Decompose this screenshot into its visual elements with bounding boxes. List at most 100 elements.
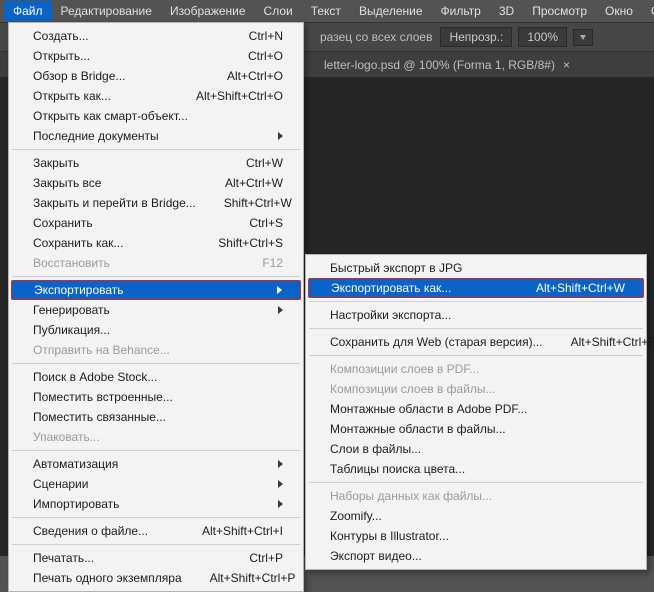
sample-mode-label: разец со всех слоев — [312, 30, 440, 44]
export-menu-item: Композиции слоев в файлы... — [308, 379, 644, 399]
menu-item-shortcut: F12 — [262, 256, 283, 270]
menu-item-shortcut: Alt+Ctrl+W — [225, 176, 283, 190]
menu-separator — [12, 276, 300, 277]
menu-item-label: Закрыть все — [33, 176, 101, 190]
menu-item-shortcut: Ctrl+O — [248, 49, 283, 63]
file-menu-item[interactable]: СохранитьCtrl+S — [11, 213, 301, 233]
menu-item-label: Отправить на Behance... — [33, 343, 170, 357]
file-menu-item[interactable]: Печать одного экземпляраAlt+Shift+Ctrl+P — [11, 568, 301, 588]
menu-item-label: Сохранить — [33, 216, 93, 230]
export-menu-item[interactable]: Экспортировать как... Alt+Shift+Ctrl+W — [308, 278, 644, 298]
menu-item-label: Сохранить для Web (старая версия)... — [330, 335, 543, 349]
menu-separator — [12, 363, 300, 364]
file-menu-item[interactable]: Последние документы — [11, 126, 301, 146]
menu-item-label: Открыть... — [33, 49, 90, 63]
zoom-value: 100% — [527, 30, 558, 44]
menu-item-label: Экспортировать — [34, 283, 124, 297]
opacity-button[interactable]: Непрозр.: — [440, 27, 512, 47]
close-icon[interactable]: × — [563, 58, 570, 72]
menubar-item-редактирование[interactable]: Редактирование — [52, 1, 161, 21]
file-menu-item: Отправить на Behance... — [11, 340, 301, 360]
menubar-item-справка[interactable]: Справка — [642, 1, 654, 21]
file-menu-item[interactable]: Печатать...Ctrl+P — [11, 548, 301, 568]
menu-item-label: Закрыть — [33, 156, 79, 170]
document-title: letter-logo.psd @ 100% (Forma 1, RGB/8#) — [324, 58, 555, 72]
export-menu-item[interactable]: Сохранить для Web (старая версия)...Alt+… — [308, 332, 644, 352]
file-menu-item[interactable]: Закрыть Ctrl+W — [11, 153, 301, 173]
file-menu-item[interactable]: Создать...Ctrl+N — [11, 26, 301, 46]
export-menu-item[interactable]: Настройки экспорта... — [308, 305, 644, 325]
file-menu-item[interactable]: Открыть как смарт-объект... — [11, 106, 301, 126]
menu-item-label: Сценарии — [33, 477, 88, 491]
file-menu-item[interactable]: Сведения о файле...Alt+Shift+Ctrl+I — [11, 521, 301, 541]
menu-item-label: Последние документы — [33, 129, 159, 143]
file-menu-item[interactable]: Открыть... Ctrl+O — [11, 46, 301, 66]
export-submenu: Быстрый экспорт в JPGЭкспортировать как.… — [305, 254, 647, 570]
menubar-item-выделение[interactable]: Выделение — [350, 1, 432, 21]
menu-item-label: Поиск в Adobe Stock... — [33, 370, 157, 384]
menu-separator — [12, 544, 300, 545]
menu-item-label: Генерировать — [33, 303, 110, 317]
menubar-item-слои[interactable]: Слои — [255, 1, 302, 21]
document-tab[interactable]: letter-logo.psd @ 100% (Forma 1, RGB/8#)… — [312, 54, 582, 76]
menu-item-shortcut: Ctrl+P — [249, 551, 283, 565]
file-menu-item[interactable]: Публикация... — [11, 320, 301, 340]
file-menu-item[interactable]: Обзор в Bridge...Alt+Ctrl+O — [11, 66, 301, 86]
file-menu-item[interactable]: Сценарии — [11, 474, 301, 494]
file-menu-item[interactable]: Автоматизация — [11, 454, 301, 474]
menu-item-label: Поместить связанные... — [33, 410, 166, 424]
menu-item-label: Монтажные области в Adobe PDF... — [330, 402, 527, 416]
export-menu-item[interactable]: Контуры в Illustrator... — [308, 526, 644, 546]
menubar-item-текст[interactable]: Текст — [302, 1, 350, 21]
menubar-item-изображение[interactable]: Изображение — [161, 1, 255, 21]
menu-item-shortcut: Alt+Shift+Ctrl+I — [202, 524, 283, 538]
file-menu-item[interactable]: Закрыть и перейти в Bridge...Shift+Ctrl+… — [11, 193, 301, 213]
export-menu-item[interactable]: Быстрый экспорт в JPG — [308, 258, 644, 278]
zoom-button[interactable]: 100% — [518, 27, 567, 47]
file-menu-item[interactable]: Экспортировать — [11, 280, 301, 300]
menu-item-label: Композиции слоев в файлы... — [330, 382, 496, 396]
file-menu-item[interactable]: Поместить связанные... — [11, 407, 301, 427]
menubar-item-фильтр[interactable]: Фильтр — [432, 1, 490, 21]
menu-item-shortcut: Alt+Shift+Ctrl+O — [196, 89, 283, 103]
menu-item-label: Закрыть и перейти в Bridge... — [33, 196, 196, 210]
menu-item-shortcut: Ctrl+W — [246, 156, 283, 170]
menu-item-label: Упаковать... — [33, 430, 100, 444]
export-menu-item[interactable]: Слои в файлы... — [308, 439, 644, 459]
file-menu-item[interactable]: Поместить встроенные... — [11, 387, 301, 407]
menu-item-shortcut: Alt+Ctrl+O — [227, 69, 283, 83]
menubar-item-файл[interactable]: Файл — [4, 1, 52, 21]
menu-item-label: Настройки экспорта... — [330, 308, 451, 322]
menu-item-label: Автоматизация — [33, 457, 118, 471]
export-menu-item: Композиции слоев в PDF... — [308, 359, 644, 379]
menubar-item-3d[interactable]: 3D — [490, 1, 523, 21]
menubar-item-просмотр[interactable]: Просмотр — [523, 1, 596, 21]
menu-item-label: Монтажные области в файлы... — [330, 422, 506, 436]
menu-item-label: Слои в файлы... — [330, 442, 421, 456]
file-menu-item[interactable]: Поиск в Adobe Stock... — [11, 367, 301, 387]
file-menu-item: Упаковать... — [11, 427, 301, 447]
file-menu-item[interactable]: Закрыть все Alt+Ctrl+W — [11, 173, 301, 193]
file-menu-item[interactable]: Сохранить как...Shift+Ctrl+S — [11, 233, 301, 253]
menu-separator — [309, 482, 643, 483]
export-menu-item[interactable]: Экспорт видео... — [308, 546, 644, 566]
menu-item-shortcut: Alt+Shift+Ctrl+W — [536, 281, 625, 295]
file-menu-item: Восстановить F12 — [11, 253, 301, 273]
export-menu-item[interactable]: Монтажные области в файлы... — [308, 419, 644, 439]
chevron-down-icon — [580, 35, 586, 40]
file-menu-item[interactable]: Генерировать — [11, 300, 301, 320]
menu-item-shortcut: Alt+Shift+Ctrl+P — [210, 571, 296, 585]
export-menu-item[interactable]: Zoomify... — [308, 506, 644, 526]
submenu-arrow-icon — [278, 500, 283, 508]
export-menu-item[interactable]: Таблицы поиска цвета... — [308, 459, 644, 479]
menu-item-label: Восстановить — [33, 256, 110, 270]
menu-separator — [12, 450, 300, 451]
zoom-dropdown-button[interactable] — [573, 29, 593, 46]
menu-item-label: Импортировать — [33, 497, 119, 511]
file-menu-item[interactable]: Открыть как...Alt+Shift+Ctrl+O — [11, 86, 301, 106]
menubar-item-окно[interactable]: Окно — [596, 1, 642, 21]
menu-item-label: Экспортировать как... — [331, 281, 451, 295]
file-menu-item[interactable]: Импортировать — [11, 494, 301, 514]
export-menu-item[interactable]: Монтажные области в Adobe PDF... — [308, 399, 644, 419]
menu-separator — [12, 517, 300, 518]
